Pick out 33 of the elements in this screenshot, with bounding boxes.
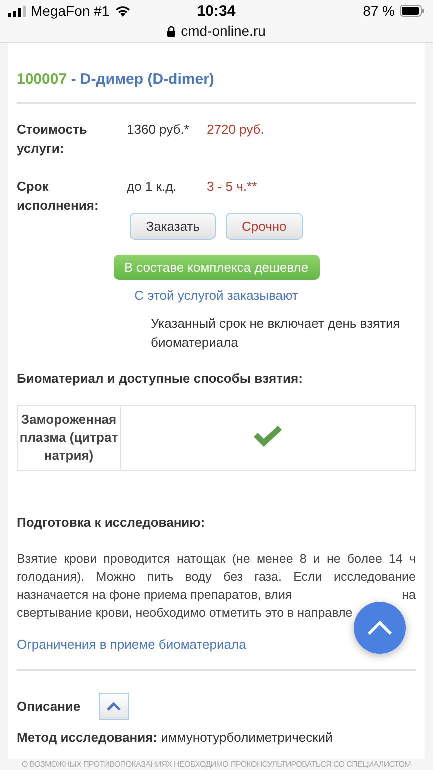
urgent-button[interactable]: Срочно [226,213,303,240]
address-url[interactable]: cmd-online.ru [181,23,266,39]
detail-value: до 1 к.д. [127,178,178,196]
battery-icon [400,5,425,17]
urgent-value: 2720 руб. [207,121,266,139]
battery-percent: 87 % [363,3,395,19]
paragraph-line: голодания). Можно пить воду без газа. Если исследование [17,569,416,586]
paragraph-line: назначается на фоне приема препаратов, влия [17,587,292,604]
section-heading: Описание [17,699,81,714]
clock-time: 10:34 [197,2,236,20]
restrictions-link[interactable]: Ограничения в приеме биоматериала [17,637,416,652]
signal-icon [8,6,26,16]
test-title: 100007 - D-димер (D-dimer) [17,70,216,88]
wifi-icon [114,5,131,17]
detail-label: Срок исполнения: [17,178,100,215]
detail-label: Стоимость услуги: [17,121,88,158]
paragraph-line: Взятие крови проводится натощак (не менее 8 и не более 14 ч [17,551,416,568]
paragraph-line: на [402,587,416,604]
caret-icon [106,702,121,711]
collapse-toggle[interactable] [98,693,129,720]
also-ordered-link[interactable]: С этой услугой заказывают [17,288,416,303]
table-cell: Замороженная плазма (цитрат натрия) [18,406,120,470]
paragraph-line: свертывание крови, необходимо отметить это в направле [17,605,353,622]
term-note: Указанный срок не включает день взятия биоматериала [151,315,402,352]
method-text: Метод исследования: иммунотурболиметрический [17,730,334,745]
section-heading: Биоматериал и доступные способы взятия: [17,371,304,386]
caret-icon [367,620,393,636]
section-heading: Подготовка к исследованию: [17,515,206,530]
lock-icon [167,26,176,36]
urgent-value: 3 - 5 ч.** [207,178,258,196]
detail-value: 1360 руб.* [127,121,190,139]
carrier-name: MegaFon #1 [31,3,110,19]
order-button[interactable]: Заказать [130,213,216,240]
